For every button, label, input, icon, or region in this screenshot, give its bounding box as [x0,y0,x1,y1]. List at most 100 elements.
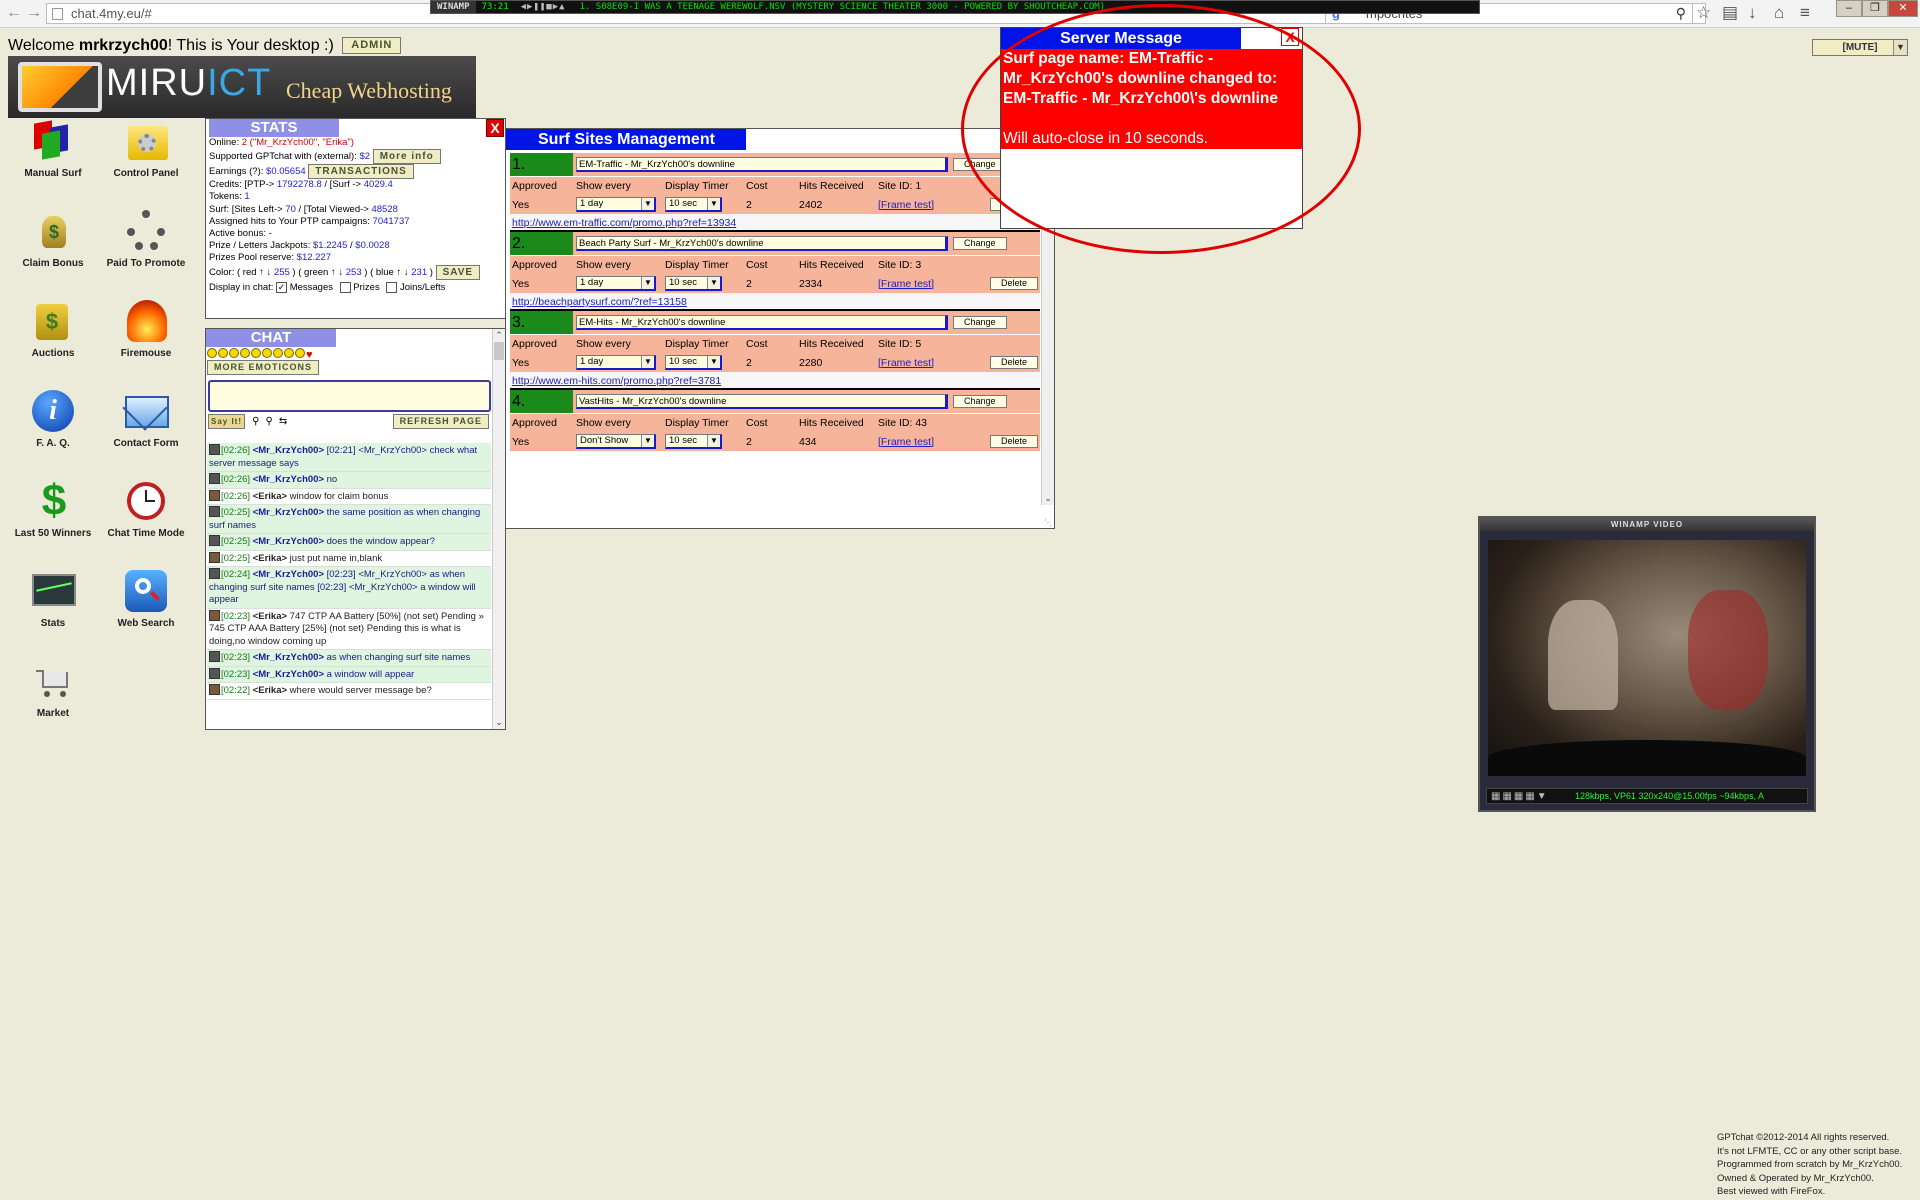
avatar[interactable] [209,684,220,695]
display-timer-select[interactable]: 10 sec ▼ [665,434,722,449]
show-every-select[interactable]: Don't Show ▼ [576,434,656,449]
frame-test-link[interactable]: [Frame test] [878,436,934,448]
restore-button[interactable]: ❐ [1862,0,1888,17]
home-icon[interactable]: ⌂ [1774,3,1784,23]
scroll-up-icon[interactable]: ⌃ [493,329,505,342]
close-window-button[interactable]: ✕ [1888,0,1918,17]
site-url-link[interactable]: http://beachpartysurf.com/?ref=13158 [512,296,687,308]
site-name-input[interactable]: Beach Party Surf - Mr_KrzYch00's downlin… [576,236,948,251]
avatar[interactable] [209,551,220,563]
chat-message-user[interactable]: <Erika> [253,553,287,564]
more-emoticons-button[interactable]: MORE EMOTICONS [207,360,320,375]
messages-checkbox[interactable]: ✓ [276,281,288,293]
mute-select[interactable]: [MUTE] ▼ [1812,39,1908,56]
display-timer-select[interactable]: 10 sec ▼ [665,197,722,212]
delete-button[interactable]: Delete [990,356,1039,369]
admin-button[interactable]: ADMIN [342,37,402,55]
delete-button[interactable]: Delete [990,435,1039,448]
chat-message-user[interactable]: <Erika> [253,685,287,696]
chat-scrollbar[interactable]: ⌃ ⌄ [492,329,505,729]
frame-test-link[interactable]: [Frame test] [878,199,934,211]
scroll-down-icon[interactable]: ⌄ [493,716,505,729]
chat-message-user[interactable]: <Mr_KrzYch00> [253,652,324,663]
frame-test-link[interactable]: [Frame test] [878,278,934,290]
show-every-select[interactable]: 1 day ▼ [576,197,656,212]
joins-checkbox[interactable] [386,281,398,293]
refresh-page-button[interactable]: REFRESH PAGE [392,414,489,429]
delete-button[interactable]: Delete [990,277,1039,290]
show-every-select[interactable]: 1 day ▼ [576,355,656,370]
desktop-icon-claim-bonus[interactable]: $ Claim Bonus [8,208,98,269]
forward-arrow-icon[interactable]: → [26,4,42,22]
chat-message-user[interactable]: <Erika> [253,611,287,622]
zoom-out-icon[interactable]: ⚲ [265,416,272,427]
bookmarks-list-icon[interactable]: ▤ [1722,3,1738,23]
desktop-icon-market[interactable]: Market [8,658,98,719]
tongue-emoticon-icon[interactable] [262,348,272,358]
miruict-logo-banner[interactable]: MIRUICT Cheap Webhosting [8,56,476,118]
search-icon[interactable]: ⚲ [1676,4,1686,23]
more-info-button[interactable]: More info [372,149,441,165]
desktop-icon-stats[interactable]: Stats [8,568,98,629]
avatar[interactable] [209,489,220,501]
site-url-link[interactable]: http://www.em-hits.com/promo.php?ref=378… [512,375,721,387]
chat-input[interactable] [208,380,491,412]
avatar[interactable] [209,473,220,484]
smile-emoticon-icon[interactable] [207,348,217,358]
change-button[interactable]: Change [953,158,1007,171]
scroll-thumb[interactable] [494,342,504,360]
show-every-select[interactable]: 1 day ▼ [576,276,656,291]
winamp-player-bar[interactable]: WINAMP 73:21 ◀▶❚❚■▶▲ 1. S08E09-I WAS A TEEN… [430,0,1480,14]
zoom-in-icon[interactable]: ⚲ [252,416,259,427]
chat-message-user[interactable]: <Mr_KrzYch00> [253,445,324,456]
desktop-icon-faq[interactable]: i F. A. Q. [8,388,98,449]
avatar[interactable] [209,535,220,546]
avatar[interactable] [209,506,220,517]
chat-message-user[interactable]: <Mr_KrzYch00> [253,507,324,518]
desktop-icon-contact-form[interactable]: Contact Form [101,385,191,449]
prizes-checkbox[interactable] [339,281,351,293]
sad-emoticon-icon[interactable] [251,348,261,358]
change-button[interactable]: Change [953,237,1007,250]
bookmark-star-icon[interactable]: ☆ [1696,3,1711,23]
change-button[interactable]: Change [953,316,1007,329]
desktop-icon-firemouse[interactable]: Firemouse [101,298,191,359]
desktop-icon-chat-time-mode[interactable]: Chat Time Mode [101,478,191,539]
laugh-emoticon-icon[interactable] [240,348,250,358]
avatar[interactable] [209,609,220,621]
wink-emoticon-icon[interactable] [229,348,239,358]
display-timer-select[interactable]: 10 sec ▼ [665,276,722,291]
download-icon[interactable]: ↓ [1748,3,1757,23]
avatar[interactable] [209,651,220,662]
video-frame[interactable] [1488,540,1806,776]
shock-emoticon-icon[interactable] [295,348,305,358]
avatar[interactable] [209,444,220,455]
scroll-down-icon[interactable]: ⌄ [1042,492,1054,505]
desktop-icon-last-50-winners[interactable]: $ Last 50 Winners [8,478,98,540]
swap-icon[interactable]: ⇆ [279,416,287,427]
save-color-button[interactable]: SAVE [435,264,481,280]
desktop-icon-paid-to-promote[interactable]: Paid To Promote [101,208,191,269]
chat-message-user[interactable]: <Erika> [253,491,287,502]
display-timer-select[interactable]: 10 sec ▼ [665,355,722,370]
angry-emoticon-icon[interactable] [284,348,294,358]
grin-emoticon-icon[interactable] [218,348,228,358]
frame-test-link[interactable]: [Frame test] [878,357,934,369]
video-controls-icon[interactable]: ▦▦▦▦▼ [1491,790,1549,803]
avatar[interactable] [209,667,220,679]
change-button[interactable]: Change [953,395,1007,408]
site-name-input[interactable]: EM-Hits - Mr_KrzYch00's downline [576,315,948,330]
site-name-input[interactable]: VastHits - Mr_KrzYch00's downline [576,394,948,409]
desktop-icon-auctions[interactable]: $ Auctions [8,298,98,359]
chat-message-user[interactable]: <Mr_KrzYch00> [253,669,324,680]
desktop-icon-manual-surf[interactable]: Manual Surf [8,118,98,179]
winamp-controls-icon[interactable]: ◀▶❚❚■▶▲ [515,1,572,13]
say-it-button[interactable]: Say It! [208,414,246,429]
close-icon[interactable]: X [486,119,504,137]
chat-message-user[interactable]: <Mr_KrzYch00> [253,569,324,580]
close-icon[interactable]: X [1281,28,1299,46]
chat-message-user[interactable]: <Mr_KrzYch00> [253,536,324,547]
chat-message-user[interactable]: <Mr_KrzYch00> [253,474,324,485]
back-arrow-icon[interactable]: ← [6,4,22,22]
resize-grip-icon[interactable]: ⋱ [1044,518,1052,527]
